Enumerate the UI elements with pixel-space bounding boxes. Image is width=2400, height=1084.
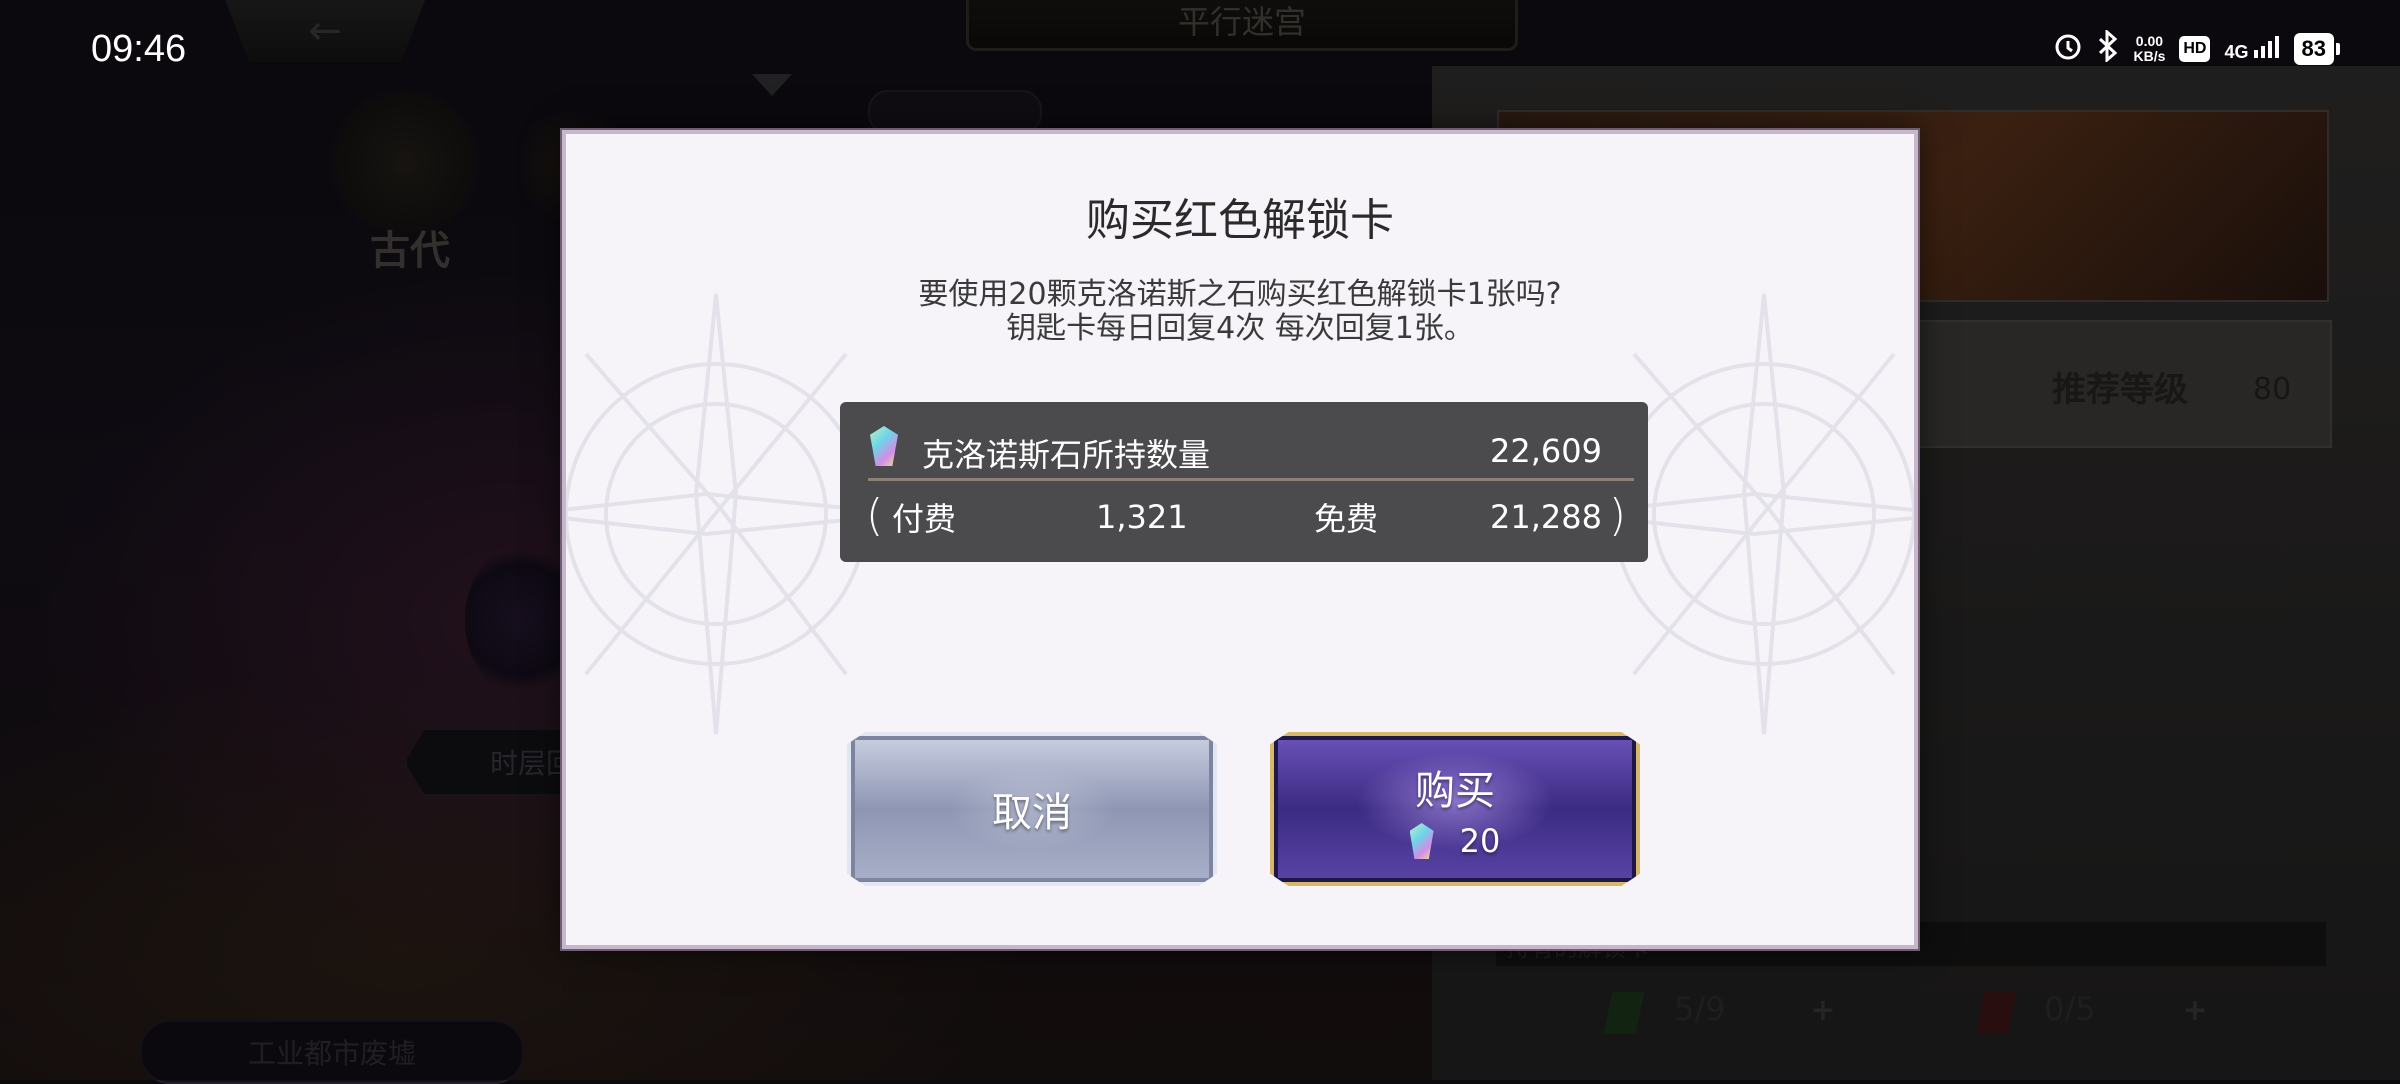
alarm-icon: [2053, 31, 2083, 67]
status-time: 09:46: [91, 28, 187, 70]
battery-icon: 83: [2293, 33, 2340, 65]
cancel-button-label: 取消: [992, 790, 1072, 836]
dialog-message: 要使用20颗克洛诺斯之石购买红色解锁卡1张吗? 钥匙卡每日回复4次 每次回复1张…: [566, 278, 1914, 346]
free-value: 21,288: [1490, 498, 1602, 536]
network-speed: 0.00 KB/s: [2133, 33, 2166, 64]
currency-divider: [868, 478, 1634, 481]
paren-open: (: [866, 490, 884, 541]
buy-cost: 20: [1409, 822, 1501, 860]
chronos-stone-icon: [1409, 823, 1434, 859]
status-icons: 0.00 KB/s HD 4G 83: [2053, 28, 2340, 68]
dialog-message-line-1: 要使用20颗克洛诺斯之石购买红色解锁卡1张吗?: [918, 277, 1562, 312]
currency-holdings-box: 克洛诺斯石所持数量 22,609 ( 付费 1,321 免费 21,288 ): [840, 402, 1648, 562]
bluetooth-icon: [2097, 28, 2119, 68]
dialog-message-line-2: 钥匙卡每日回复4次 每次回复1张。: [1006, 311, 1474, 346]
purchase-dialog: 购买红色解锁卡 要使用20颗克洛诺斯之石购买红色解锁卡1张吗? 钥匙卡每日回复4…: [562, 130, 1918, 949]
signal-icon: 4G: [2224, 35, 2279, 63]
dialog-title: 购买红色解锁卡: [1086, 195, 1394, 246]
paid-label: 付费: [892, 500, 957, 538]
chronos-stone-icon: [870, 426, 898, 466]
free-label: 免费: [1314, 500, 1379, 538]
currency-total: 22,609: [1490, 432, 1602, 470]
paren-close: ): [1608, 490, 1626, 541]
currency-label: 克洛诺斯石所持数量: [922, 436, 1211, 474]
buy-button[interactable]: 购买 20: [1270, 732, 1640, 886]
buy-button-label: 购买: [1415, 768, 1495, 814]
buy-cost-value: 20: [1459, 822, 1501, 860]
cancel-button[interactable]: 取消: [847, 732, 1217, 886]
hd-badge: HD: [2179, 36, 2211, 62]
paid-value: 1,321: [1096, 498, 1188, 536]
